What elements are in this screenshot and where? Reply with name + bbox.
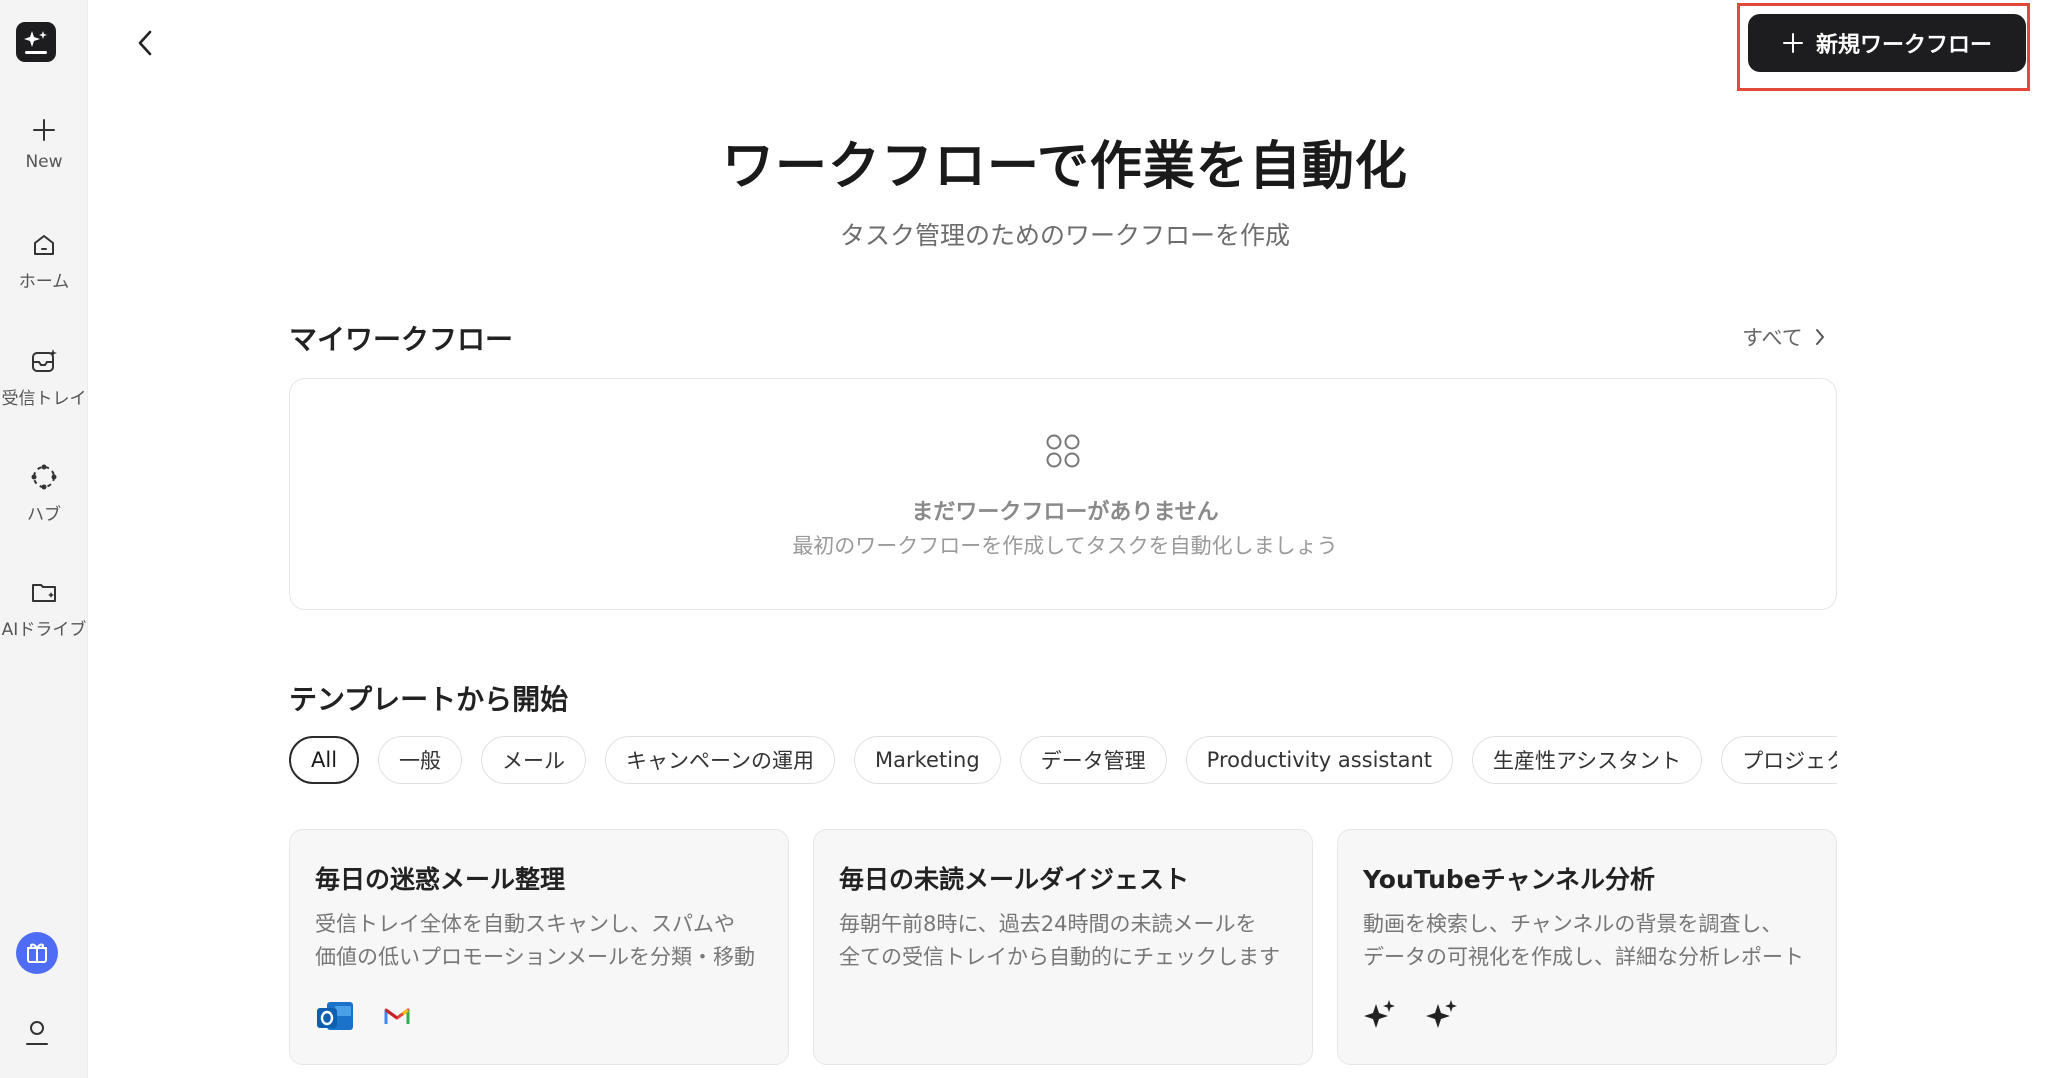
plus-icon [1782, 33, 1803, 53]
chip-campaign[interactable]: キャンペーンの運用 [605, 736, 835, 784]
gift-button[interactable] [16, 932, 58, 974]
inbox-icon [32, 349, 57, 372]
hub-icon [31, 464, 57, 490]
card-desc-line: 全ての受信トレイから自動的にチェックします [839, 945, 1280, 969]
sidebar-item-label: AIドライブ [1, 620, 87, 640]
chip-productivity-assistant-ja[interactable]: 生産性アシスタント [1472, 736, 1703, 784]
template-card[interactable]: YouTubeチャンネル分析 動画を検索し、チャンネルの背景を調査し、 データの… [1337, 829, 1837, 1065]
chip-productivity-assistant-en[interactable]: Productivity assistant [1185, 736, 1454, 784]
chip-all[interactable]: All [289, 736, 360, 784]
app-logo[interactable] [16, 22, 56, 62]
template-card[interactable]: 毎日の未読メールダイジェスト 毎朝午前8時に、過去24時間の未読メールを 全ての… [813, 829, 1313, 1065]
page-subtitle: タスク管理のためのワークフローを作成 [839, 221, 1290, 250]
sparkle-logo-icon [24, 31, 47, 54]
grid-circles-icon [1046, 434, 1080, 468]
chip-mail[interactable]: メール [481, 736, 587, 784]
card-desc-line: 毎朝午前8時に、過去24時間の未読メールを [839, 912, 1257, 936]
card-title: 毎日の迷惑メール整理 [315, 865, 566, 894]
chip-marketing[interactable]: Marketing [854, 736, 1001, 784]
sparkle-icon [1426, 1000, 1457, 1028]
template-card[interactable]: 毎日の迷惑メール整理 受信トレイ全体を自動スキャンし、スパムや 価値の低いプロモ… [289, 829, 789, 1065]
card-desc-line: データの可視化を作成し、詳細な分析レポート [1363, 945, 1804, 969]
card-title: 毎日の未読メールダイジェスト [839, 865, 1190, 894]
empty-state-title: まだワークフローがありません [911, 500, 1219, 525]
see-all-label: すべて [1742, 326, 1803, 350]
page-title: ワークフローで作業を自動化 [722, 137, 1408, 197]
back-chevron-icon[interactable] [132, 26, 158, 60]
sidebar-item-label: ホーム [18, 272, 70, 292]
sidebar-item-label: 受信トレイ [1, 389, 87, 409]
my-workflows-title: マイワークフロー [289, 323, 514, 356]
card-description: 毎朝午前8時に、過去24時間の未読メールを 全ての受信トレイから自動的にチェック… [839, 908, 1289, 974]
gmail-icon [384, 1008, 410, 1024]
chip-project[interactable]: プロジェクト [1721, 736, 1837, 784]
card-desc-line: 価値の低いプロモーションメールを分類・移動 [315, 945, 755, 969]
sidebar-item-ai-drive[interactable]: AIドライブ [0, 577, 88, 640]
new-workflow-label: 新規ワークフロー [1815, 33, 1992, 58]
card-title: YouTubeチャンネル分析 [1363, 865, 1655, 894]
card-description: 動画を検索し、チャンネルの背景を調査し、 データの可視化を作成し、詳細な分析レポ… [1363, 908, 1813, 974]
empty-state-subtitle: 最初のワークフローを作成してタスクを自動化しましょう [792, 534, 1338, 558]
sidebar-item-inbox[interactable]: 受信トレイ [0, 346, 88, 409]
gift-icon [27, 943, 47, 963]
user-profile-icon[interactable] [24, 1018, 50, 1048]
outlook-icon [317, 1002, 353, 1030]
card-desc-line: 受信トレイ全体を自動スキャンし、スパムや [315, 912, 735, 936]
new-workflow-button[interactable]: 新規ワークフロー [1748, 14, 2026, 72]
chip-data-management[interactable]: データ管理 [1019, 736, 1167, 784]
template-category-chips: All 一般 メール キャンペーンの運用 Marketing データ管理 Pro… [289, 736, 1837, 788]
card-description: 受信トレイ全体を自動スキャンし、スパムや 価値の低いプロモーションメールを分類・… [315, 908, 765, 974]
card-desc-line: 動画を検索し、チャンネルの背景を調査し、 [1363, 912, 1783, 936]
chevron-right-icon [1815, 329, 1824, 345]
sparkle-icon [1364, 1000, 1395, 1028]
chip-general[interactable]: 一般 [378, 736, 463, 784]
folder-icon [32, 584, 56, 602]
templates-title: テンプレートから開始 [289, 683, 569, 716]
see-all-link[interactable]: すべて [1742, 322, 1827, 352]
